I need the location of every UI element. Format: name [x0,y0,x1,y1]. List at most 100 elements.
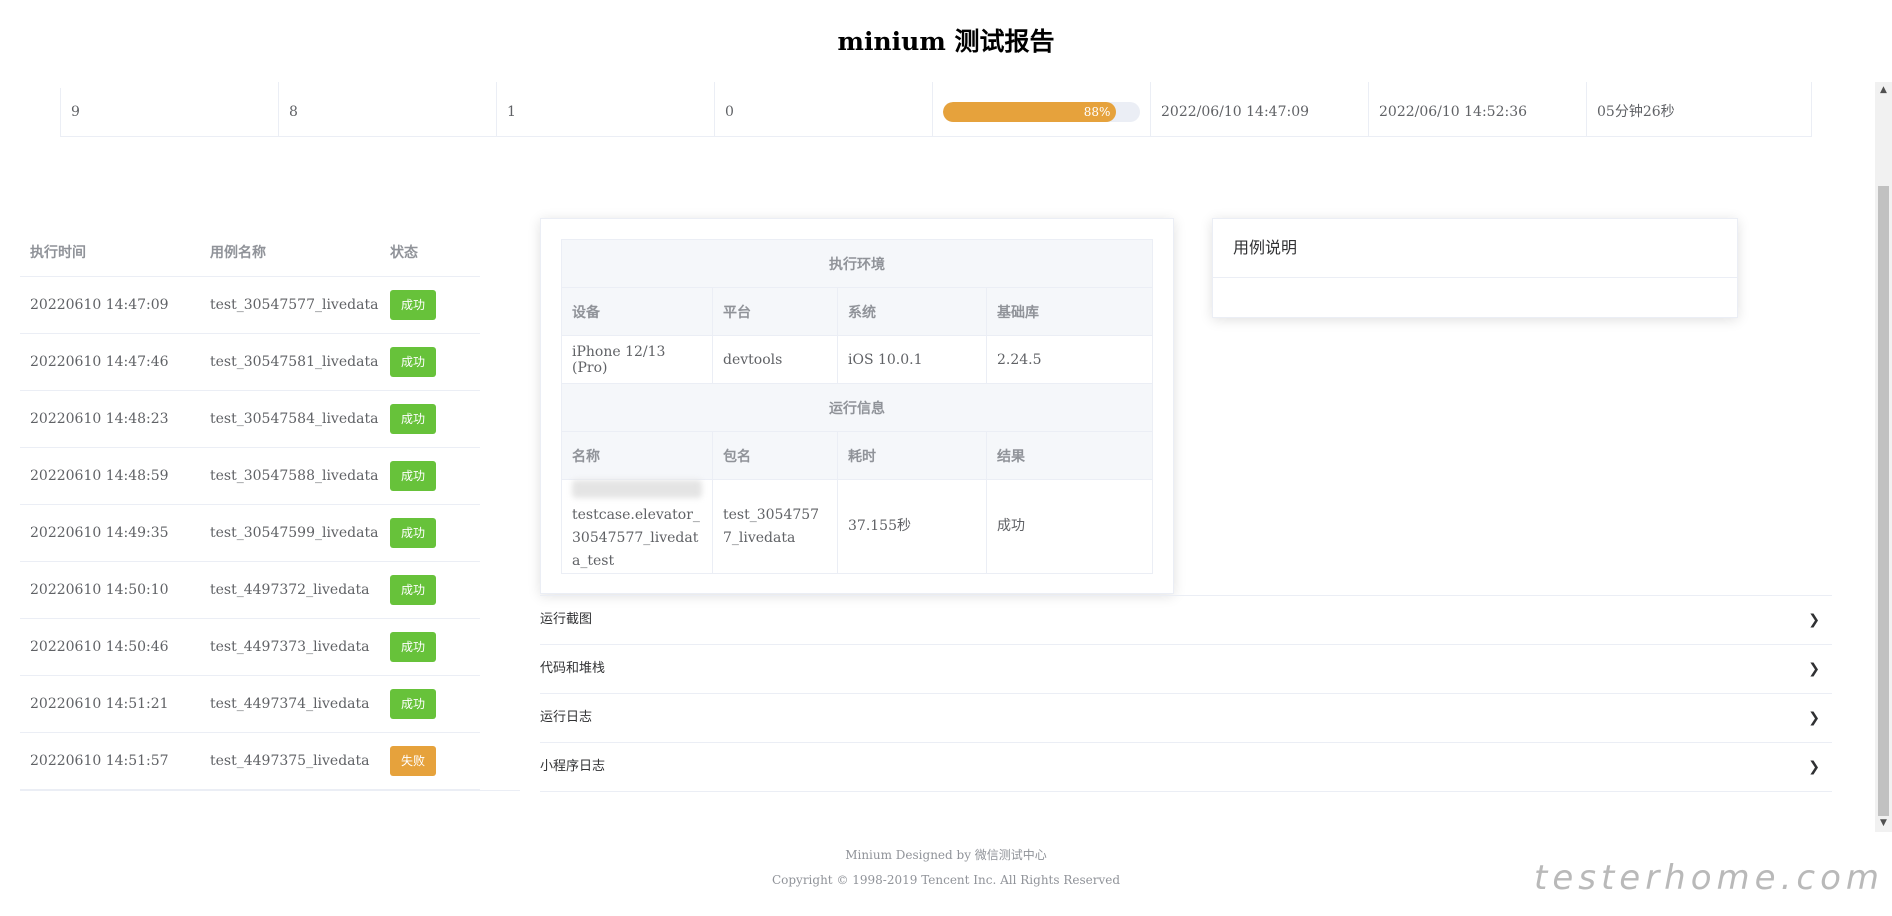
case-row[interactable]: 20220610 14:49:35 test_30547599_livedata 成… [20,505,480,562]
summary-row: 9 8 1 0 88% 2022/06/10 14:47:09 2022/06/… [60,82,1812,137]
case-desc-card: 用例说明 [1212,218,1738,318]
status-badge: 失败 [390,746,436,776]
collapse-screenshots[interactable]: 运行截图 ❯ [540,595,1832,644]
summary-start-time: 2022/06/10 14:47:09 [1151,82,1369,136]
chevron-right-icon: ❯ [1808,612,1820,628]
env-platform: devtools [712,335,838,384]
header-exec-time: 执行时间 [30,245,86,261]
env-device: iPhone 12/13 (Pro) [561,335,713,384]
page-title: minium 测试报告 [837,27,1055,56]
case-exec-time: 20220610 14:47:46 [30,354,169,370]
chevron-right-icon: ❯ [1808,759,1820,775]
collapse-label: 小程序日志 [540,759,606,774]
scroll-up-icon[interactable]: ▲ [1875,82,1892,99]
case-name: test_30547581_livedata [210,354,379,370]
case-row[interactable]: 20220610 14:48:23 test_30547584_livedata 成… [20,391,480,448]
case-row[interactable]: 20220610 14:47:46 test_30547581_livedata 成… [20,334,480,391]
env-table: 执行环境 设备 平台 系统 基础库 iPhone 12/13 (Pro) dev… [561,239,1153,574]
status-badge: 成功 [390,689,436,719]
header-case-name: 用例名称 [210,245,266,261]
summary-passed: 8 [279,82,497,136]
case-row[interactable]: 20220610 14:50:10 test_4497372_livedata 成功 [20,562,480,619]
run-header-elapsed: 耗时 [837,431,987,480]
env-header-base-lib: 基础库 [986,287,1153,336]
scroll-down-icon[interactable]: ▼ [1875,815,1892,832]
collapse-run-log[interactable]: 运行日志 ❯ [540,693,1832,742]
pass-rate-fill: 88% [943,102,1117,122]
case-row[interactable]: 20220610 14:50:46 test_4497373_livedata 成功 [20,619,480,676]
case-name: test_4497374_livedata [210,696,370,712]
redacted-text [572,480,702,498]
case-list-header: 执行时间 用例名称 状态 [20,228,480,277]
case-exec-time: 20220610 14:51:57 [30,753,169,769]
status-badge: 成功 [390,632,436,662]
case-row[interactable]: 20220610 14:51:57 test_4497375_livedata 失败 [20,733,480,790]
case-status-cell: 成功 [380,290,480,320]
summary-duration-value: 05分钟26秒 [1597,104,1675,120]
status-badge: 成功 [390,347,436,377]
collapse-miniprogram-log[interactable]: 小程序日志 ❯ [540,742,1832,791]
header-status: 状态 [390,245,418,261]
env-header-system: 系统 [837,287,987,336]
run-section-title: 运行信息 [561,383,1153,432]
case-name: test_30547577_livedata [210,297,379,313]
case-row[interactable]: 20220610 14:48:59 test_30547588_livedata 成… [20,448,480,505]
case-list-divider [20,790,520,791]
summary-duration: 05分钟26秒 [1587,82,1812,136]
env-section-title: 执行环境 [561,239,1153,288]
case-row[interactable]: 20220610 14:47:09 test_30547577_livedata 成… [20,277,480,334]
summary-end-time-value: 2022/06/10 14:52:36 [1379,104,1528,120]
case-status-cell: 成功 [380,518,480,548]
case-exec-time: 20220610 14:48:59 [30,468,169,484]
run-header-name: 名称 [561,431,713,480]
summary-start-time-value: 2022/06/10 14:47:09 [1161,104,1310,120]
env-base-lib: 2.24.5 [986,335,1153,384]
collapse-code-stack[interactable]: 代码和堆栈 ❯ [540,644,1832,693]
status-badge: 成功 [390,575,436,605]
case-name: test_30547588_livedata [210,468,379,484]
case-rows: 20220610 14:47:09 test_30547577_livedata 成… [20,277,480,790]
case-name: test_4497373_livedata [210,639,370,655]
collapse-label: 运行截图 [540,612,593,627]
scrollbar-thumb[interactable] [1878,186,1889,816]
watermark: testerhome.com [1533,858,1884,898]
case-exec-time: 20220610 14:50:10 [30,582,169,598]
case-name: test_4497375_livedata [210,753,370,769]
case-status-cell: 成功 [380,632,480,662]
env-header-device: 设备 [561,287,713,336]
summary-failed-value: 1 [507,104,516,120]
case-desc-title: 用例说明 [1213,219,1737,278]
chevron-right-icon: ❯ [1808,661,1820,677]
summary-total: 9 [61,82,279,136]
env-system: iOS 10.0.1 [837,335,987,384]
run-name-cell: testcase.elevator_30547577_livedata_test [561,479,713,574]
page-scrollbar[interactable]: ▲ ▼ [1875,82,1892,832]
case-status-cell: 成功 [380,347,480,377]
status-badge: 成功 [390,461,436,491]
case-row[interactable]: 20220610 14:51:21 test_4497374_livedata 成功 [20,676,480,733]
case-status-cell: 成功 [380,404,480,434]
summary-passed-value: 8 [289,104,298,120]
case-name: test_30547584_livedata [210,411,379,427]
summary-end-time: 2022/06/10 14:52:36 [1369,82,1587,136]
case-exec-time: 20220610 14:48:23 [30,411,169,427]
status-badge: 成功 [390,290,436,320]
case-name: test_4497372_livedata [210,582,370,598]
summary-skipped: 0 [715,82,933,136]
run-elapsed: 37.155秒 [837,479,987,574]
chevron-right-icon: ❯ [1808,710,1820,726]
run-package: test_30547577_livedata [712,479,838,574]
case-list: 执行时间 用例名称 状态 20220610 14:47:09 test_30547… [20,228,480,790]
detail-collapse: 运行截图 ❯ 代码和堆栈 ❯ 运行日志 ❯ 小程序日志 ❯ [540,595,1832,792]
case-status-cell: 成功 [380,461,480,491]
case-name: test_30547599_livedata [210,525,379,541]
case-status-cell: 成功 [380,575,480,605]
case-status-cell: 失败 [380,746,480,776]
run-result: 成功 [986,479,1153,574]
summary-total-value: 9 [71,104,80,120]
summary-skipped-value: 0 [725,104,734,120]
run-header-package: 包名 [712,431,838,480]
run-name: testcase.elevator_30547577_livedata_test [572,507,700,569]
collapse-label: 运行日志 [540,710,593,725]
collapse-label: 代码和堆栈 [540,661,606,676]
